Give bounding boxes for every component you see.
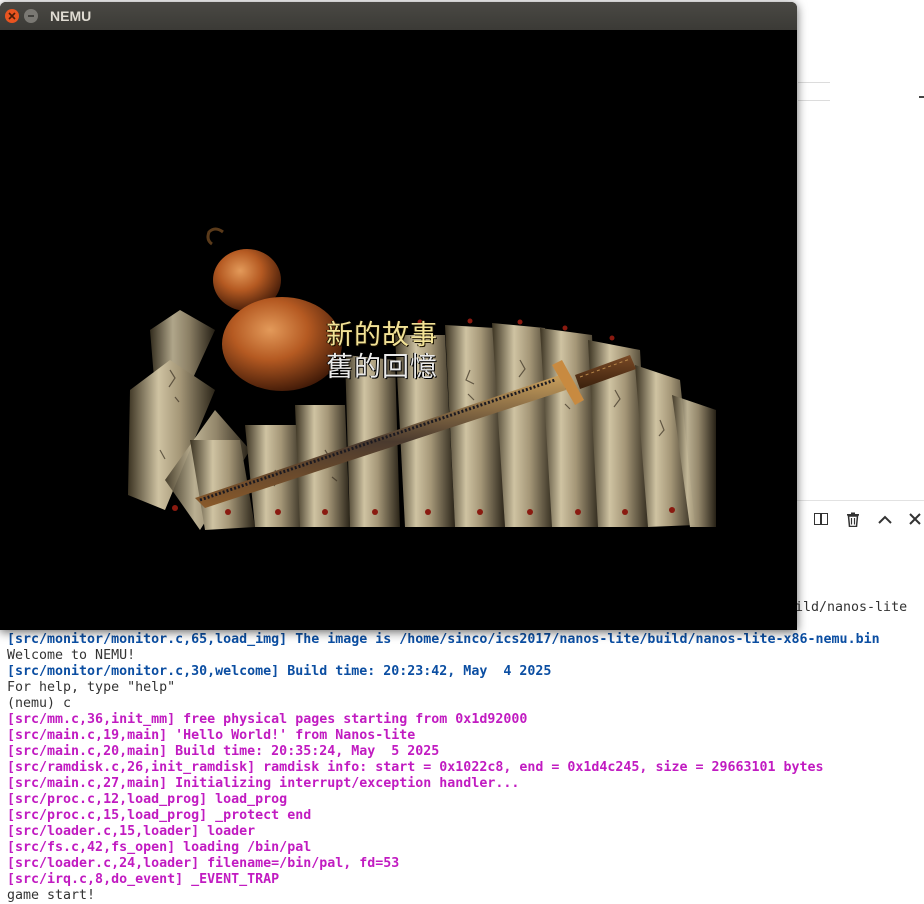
terminal-line: Welcome to NEMU! bbox=[7, 648, 136, 663]
editor-caret bbox=[919, 96, 924, 98]
nemu-window: NEMU 新的故事 舊的回憶 bbox=[0, 2, 797, 630]
minimize-icon bbox=[28, 15, 34, 17]
terminal-line: [src/main.c,19,main] 'Hello World!' from… bbox=[7, 728, 416, 743]
window-minimize-button[interactable] bbox=[24, 9, 38, 23]
terminal-line: [src/monitor/monitor.c,30,welcome] Build… bbox=[7, 664, 552, 679]
window-close-button[interactable] bbox=[5, 9, 19, 23]
terminal-path-fragment: ild/nanos-lite bbox=[795, 600, 908, 615]
terminal-line: [src/fs.c,42,fs_open] loading /bin/pal bbox=[7, 840, 312, 855]
editor-divider bbox=[798, 82, 830, 83]
terminal-line: [src/loader.c,15,loader] loader bbox=[7, 824, 256, 839]
terminal-line: [src/main.c,27,main] Initializing interr… bbox=[7, 776, 520, 791]
trash-icon[interactable] bbox=[843, 509, 863, 529]
caption-line-1: 新的故事 bbox=[326, 320, 438, 351]
terminal-line: For help, type "help" bbox=[7, 680, 176, 695]
terminal-line: [src/proc.c,12,load_prog] load_prog bbox=[7, 792, 288, 807]
editor-divider bbox=[798, 100, 830, 101]
terminal-line: [src/ramdisk.c,26,init_ramdisk] ramdisk … bbox=[7, 760, 824, 775]
close-icon[interactable] bbox=[905, 509, 924, 529]
gourd bbox=[206, 227, 342, 391]
close-icon bbox=[8, 12, 16, 20]
terminal-output[interactable]: ild/nanos-lite [src/monitor/monitor.c,65… bbox=[0, 600, 924, 903]
game-canvas[interactable]: 新的故事 舊的回憶 bbox=[0, 30, 797, 630]
terminal-line: (nemu) c bbox=[7, 696, 72, 711]
window-titlebar[interactable]: NEMU bbox=[0, 2, 797, 30]
terminal-line: [src/mm.c,36,init_mm] free physical page… bbox=[7, 712, 528, 727]
terminal-line: [src/monitor/monitor.c,65,load_img] The … bbox=[7, 632, 880, 647]
game-caption: 新的故事 舊的回憶 bbox=[326, 320, 466, 384]
caption-line-2: 舊的回憶 bbox=[326, 352, 438, 383]
terminal-line: [src/main.c,20,main] Build time: 20:35:2… bbox=[7, 744, 440, 759]
terminal-line: [src/irq.c,8,do_event] _EVENT_TRAP bbox=[7, 872, 280, 887]
window-title: NEMU bbox=[50, 8, 92, 24]
split-terminal-icon[interactable] bbox=[811, 509, 831, 529]
terminal-panel-toolbar bbox=[797, 500, 924, 539]
terminal-line: [src/proc.c,15,load_prog] _protect end bbox=[7, 808, 312, 823]
chevron-up-icon[interactable] bbox=[875, 509, 895, 529]
terminal-line: [src/loader.c,24,loader] filename=/bin/p… bbox=[7, 856, 400, 871]
